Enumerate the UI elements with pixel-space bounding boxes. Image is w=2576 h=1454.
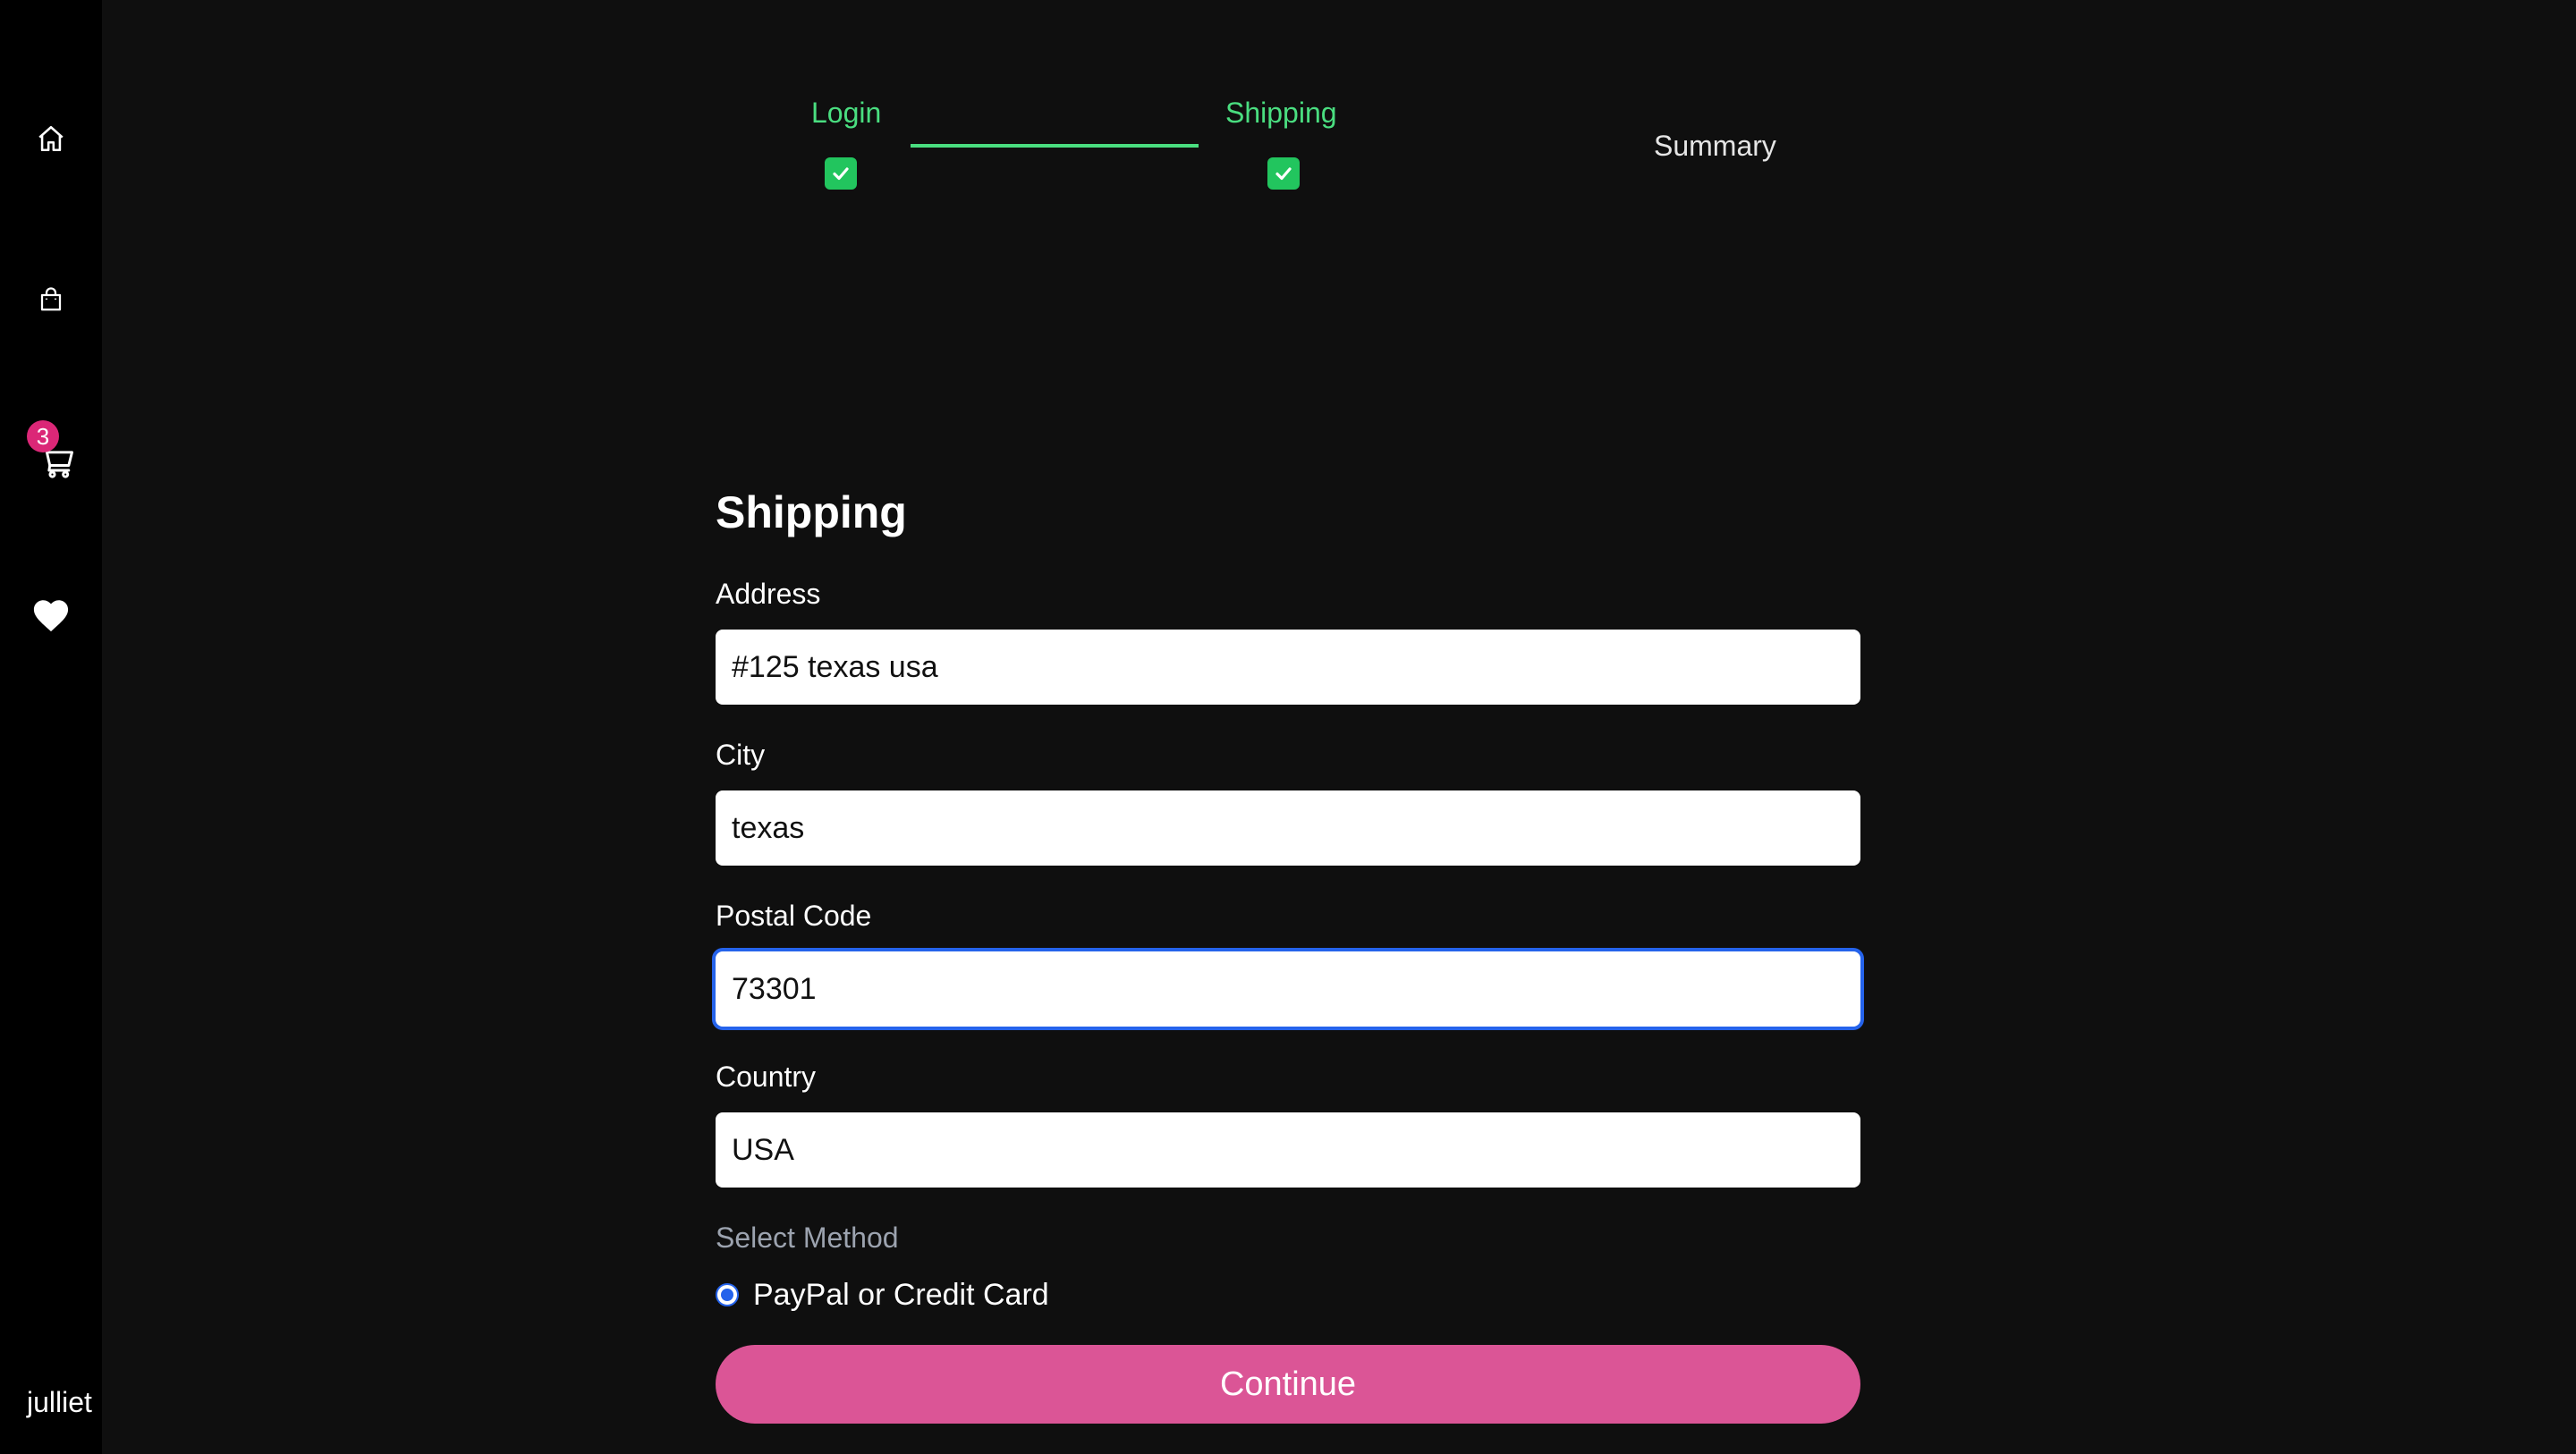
country-label: Country bbox=[716, 1061, 817, 1093]
form-title: Shipping bbox=[716, 487, 907, 537]
step-login[interactable]: Login bbox=[811, 97, 881, 130]
postal-code-input[interactable] bbox=[716, 951, 1860, 1027]
radio-selected-dot bbox=[721, 1289, 733, 1301]
city-input[interactable] bbox=[716, 790, 1860, 866]
sidebar: 3 julliet bbox=[0, 0, 102, 1454]
select-method-legend: Select Method bbox=[716, 1222, 899, 1254]
payment-method-option[interactable]: PayPal or Credit Card bbox=[716, 1277, 1049, 1313]
check-icon bbox=[1267, 157, 1300, 190]
payment-method-label: PayPal or Credit Card bbox=[753, 1277, 1049, 1312]
paypal-radio[interactable] bbox=[716, 1283, 739, 1306]
step-connector bbox=[911, 144, 1199, 148]
step-summary[interactable]: Summary bbox=[1654, 130, 1776, 163]
cart-count-badge: 3 bbox=[27, 420, 59, 452]
heart-icon[interactable] bbox=[0, 590, 102, 640]
shopping-bag-icon[interactable] bbox=[0, 277, 102, 322]
continue-button[interactable]: Continue bbox=[716, 1345, 1860, 1424]
home-icon[interactable] bbox=[0, 116, 102, 161]
address-label: Address bbox=[716, 578, 821, 610]
postal-code-label: Postal Code bbox=[716, 900, 872, 932]
city-label: City bbox=[716, 739, 766, 771]
check-icon bbox=[825, 157, 857, 190]
username[interactable]: julliet bbox=[27, 1386, 92, 1419]
country-input[interactable] bbox=[716, 1112, 1860, 1188]
step-shipping[interactable]: Shipping bbox=[1225, 97, 1337, 130]
address-input[interactable] bbox=[716, 630, 1860, 705]
